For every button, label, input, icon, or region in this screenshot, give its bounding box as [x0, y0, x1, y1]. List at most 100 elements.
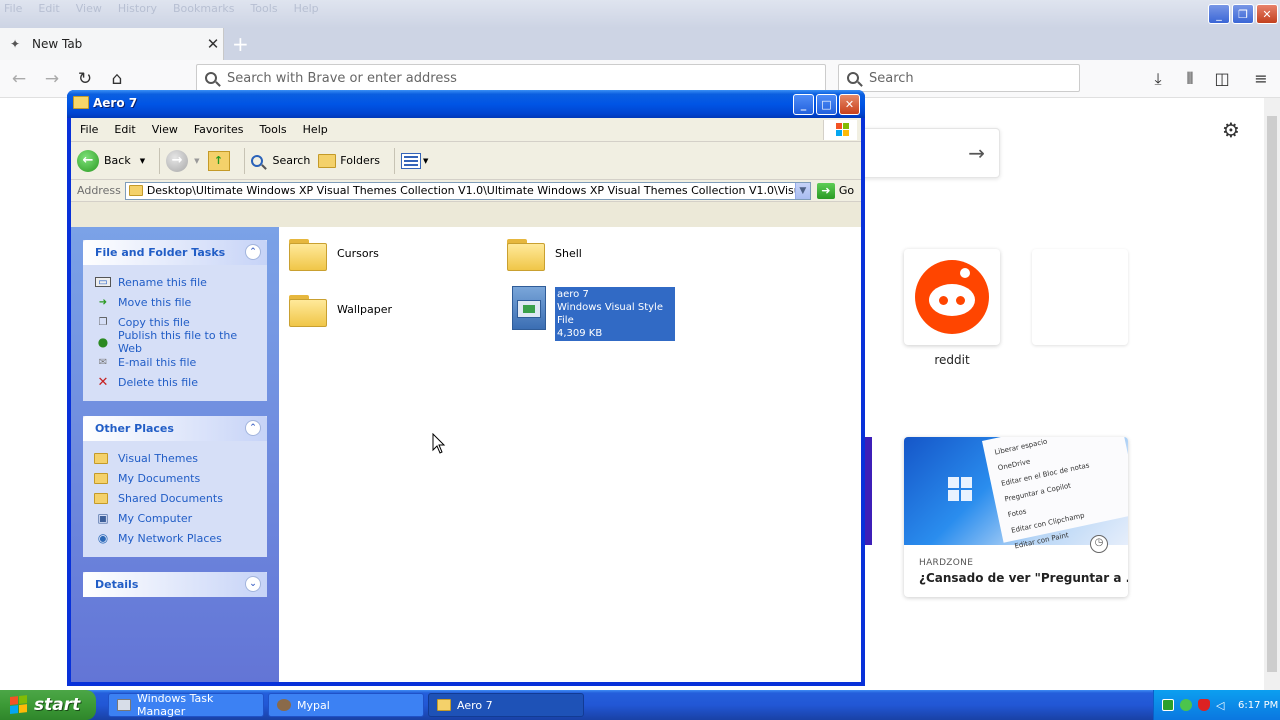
- hamburger-menu-icon[interactable]: ≡: [1250, 68, 1272, 90]
- explorer-menu-file[interactable]: File: [80, 123, 106, 136]
- place-my-network-places[interactable]: ◉ My Network Places: [95, 528, 257, 548]
- file-folder-tasks-header[interactable]: File and Folder Tasks ⌃: [83, 240, 267, 265]
- sidebar-icon[interactable]: ◫: [1211, 68, 1233, 90]
- back-button[interactable]: ← Back ▼: [77, 149, 145, 172]
- explorer-menu-help[interactable]: Help: [303, 123, 336, 136]
- task-publish-web[interactable]: ● Publish this file to the Web: [95, 329, 257, 355]
- tray-network-icon[interactable]: [1180, 699, 1192, 711]
- tray-clock[interactable]: 6:17 PM: [1238, 700, 1278, 711]
- explorer-menu-tools[interactable]: Tools: [260, 123, 295, 136]
- up-folder-button[interactable]: ↑: [207, 150, 230, 171]
- place-visual-themes[interactable]: Visual Themes: [94, 448, 257, 468]
- place-my-documents[interactable]: My Documents: [94, 468, 257, 488]
- explorer-file-view[interactable]: Cursors Shell Wallpaper aero 7 Windows V…: [279, 227, 861, 682]
- explorer-menu-bar: File Edit View Favorites Tools Help: [71, 118, 861, 142]
- go-button[interactable]: ➜ Go: [816, 182, 854, 199]
- browser-close-button[interactable]: ✕: [1256, 4, 1278, 24]
- address-field[interactable]: Desktop\Ultimate Windows XP Visual Theme…: [124, 181, 811, 200]
- card-fragment: [864, 437, 872, 545]
- story-card-title: ¿Cansado de ver "Preguntar a ...: [919, 571, 1128, 585]
- downloads-icon[interactable]: ⤓: [1147, 68, 1169, 90]
- task-manager-icon: [117, 699, 131, 711]
- tray-volume-icon[interactable]: ◁: [1216, 699, 1230, 712]
- back-arrow-icon[interactable]: ←: [8, 68, 30, 90]
- browser-menu-edit[interactable]: Edit: [38, 2, 59, 15]
- details-panel: Details ⌄: [83, 572, 267, 597]
- ntp-search-arrow-icon[interactable]: →: [968, 141, 985, 165]
- url-bar[interactable]: Search with Brave or enter address: [196, 64, 826, 92]
- task-email-file[interactable]: ✉ E-mail this file: [95, 352, 257, 372]
- tray-app-icon[interactable]: [1162, 699, 1174, 711]
- tab-new-tab[interactable]: ✦ New Tab ✕: [0, 28, 224, 60]
- taskbar-item-mypal[interactable]: Mypal: [268, 693, 424, 717]
- search-button[interactable]: Search: [250, 154, 310, 167]
- taskbar-item-task-manager[interactable]: Windows Task Manager: [108, 692, 264, 718]
- search-icon: [250, 154, 263, 167]
- folder-item-wallpaper[interactable]: Wallpaper: [289, 293, 392, 327]
- browser-scrollbar-thumb[interactable]: [1267, 116, 1277, 672]
- url-placeholder: Search with Brave or enter address: [227, 70, 457, 86]
- explorer-toolbar: ← Back ▼ → ▼ ↑ Search Folders ▼: [71, 142, 861, 180]
- browser-restore-button[interactable]: ❐: [1232, 4, 1254, 24]
- other-places-header[interactable]: Other Places ⌃: [83, 416, 267, 441]
- browser-menu-view[interactable]: View: [76, 2, 102, 15]
- chevron-down-icon[interactable]: ▼: [423, 157, 428, 165]
- place-my-computer[interactable]: ▣ My Computer: [95, 508, 257, 528]
- chevron-down-icon[interactable]: ▼: [794, 182, 810, 199]
- explorer-task-pane: File and Folder Tasks ⌃ ▭ Rename this fil…: [71, 227, 279, 682]
- chevron-down-icon[interactable]: ▼: [140, 157, 145, 165]
- folders-button[interactable]: Folders: [318, 153, 380, 168]
- computer-icon: ▣: [97, 511, 109, 525]
- explorer-menu-favorites[interactable]: Favorites: [194, 123, 252, 136]
- browser-menu-history[interactable]: History: [118, 2, 157, 15]
- views-icon: [401, 152, 422, 169]
- chevron-up-icon[interactable]: ⌃: [245, 244, 261, 260]
- library-icon[interactable]: ⫴: [1179, 68, 1201, 90]
- forward-button[interactable]: → ▼: [166, 149, 200, 172]
- chevron-down-icon[interactable]: ⌄: [245, 576, 261, 592]
- explorer-close-button[interactable]: ✕: [839, 94, 860, 115]
- explorer-minimize-button[interactable]: _: [793, 94, 814, 115]
- ntp-search-box[interactable]: →: [860, 128, 1000, 178]
- browser-menu-file[interactable]: File: [4, 2, 22, 15]
- folder-item-shell[interactable]: Shell: [507, 237, 582, 271]
- ntp-settings-gear-icon[interactable]: ⚙: [1222, 118, 1240, 142]
- place-shared-documents[interactable]: Shared Documents: [94, 488, 257, 508]
- home-icon[interactable]: ⌂: [106, 68, 128, 90]
- browser-menu-bookmarks[interactable]: Bookmarks: [173, 2, 234, 15]
- story-card-image: Liberar espacio OneDrive Editar en el Bl…: [904, 437, 1128, 550]
- browser-menu-help[interactable]: Help: [294, 2, 319, 15]
- story-card-hardzone[interactable]: Liberar espacio OneDrive Editar en el Bl…: [904, 437, 1128, 597]
- task-rename-file[interactable]: ▭ Rename this file: [95, 272, 257, 292]
- selected-file-label: aero 7 Windows Visual Style File 4,309 K…: [555, 287, 675, 341]
- start-button[interactable]: start: [0, 690, 96, 720]
- search-bar[interactable]: Search: [838, 64, 1080, 92]
- task-move-file[interactable]: ➜ Move this file: [95, 292, 257, 312]
- tab-close-icon[interactable]: ✕: [203, 35, 223, 53]
- top-site-tile-empty[interactable]: [1032, 249, 1128, 345]
- task-delete-file[interactable]: ✕ Delete this file: [95, 372, 257, 392]
- new-tab-plus-icon[interactable]: +: [232, 32, 249, 56]
- explorer-menu-edit[interactable]: Edit: [114, 123, 143, 136]
- forward-arrow-icon[interactable]: →: [41, 68, 63, 90]
- details-header[interactable]: Details ⌄: [83, 572, 267, 597]
- browser-minimize-button[interactable]: _: [1208, 4, 1230, 24]
- folder-icon: [289, 237, 327, 271]
- views-button[interactable]: ▼: [401, 152, 428, 169]
- folder-icon: [507, 237, 545, 271]
- file-size: 4,309 KB: [557, 328, 603, 339]
- folder-item-cursors[interactable]: Cursors: [289, 237, 379, 271]
- taskbar-item-aero7[interactable]: Aero 7: [428, 693, 584, 717]
- explorer-title-bar[interactable]: Aero 7 _ □ ✕: [67, 90, 865, 118]
- tray-shield-icon[interactable]: [1198, 699, 1210, 711]
- reload-icon[interactable]: ↻: [74, 68, 96, 90]
- chevron-up-icon[interactable]: ⌃: [245, 420, 261, 436]
- file-item-aero7-msstyles[interactable]: aero 7 Windows Visual Style File 4,309 K…: [509, 286, 675, 341]
- top-site-tile-reddit[interactable]: [904, 249, 1000, 345]
- top-site-label-reddit[interactable]: reddit: [904, 353, 1000, 367]
- chevron-down-icon[interactable]: ▼: [194, 157, 199, 165]
- explorer-maximize-button[interactable]: □: [816, 94, 837, 115]
- browser-scrollbar[interactable]: [1264, 98, 1280, 690]
- explorer-menu-view[interactable]: View: [152, 123, 186, 136]
- browser-menu-tools[interactable]: Tools: [250, 2, 277, 15]
